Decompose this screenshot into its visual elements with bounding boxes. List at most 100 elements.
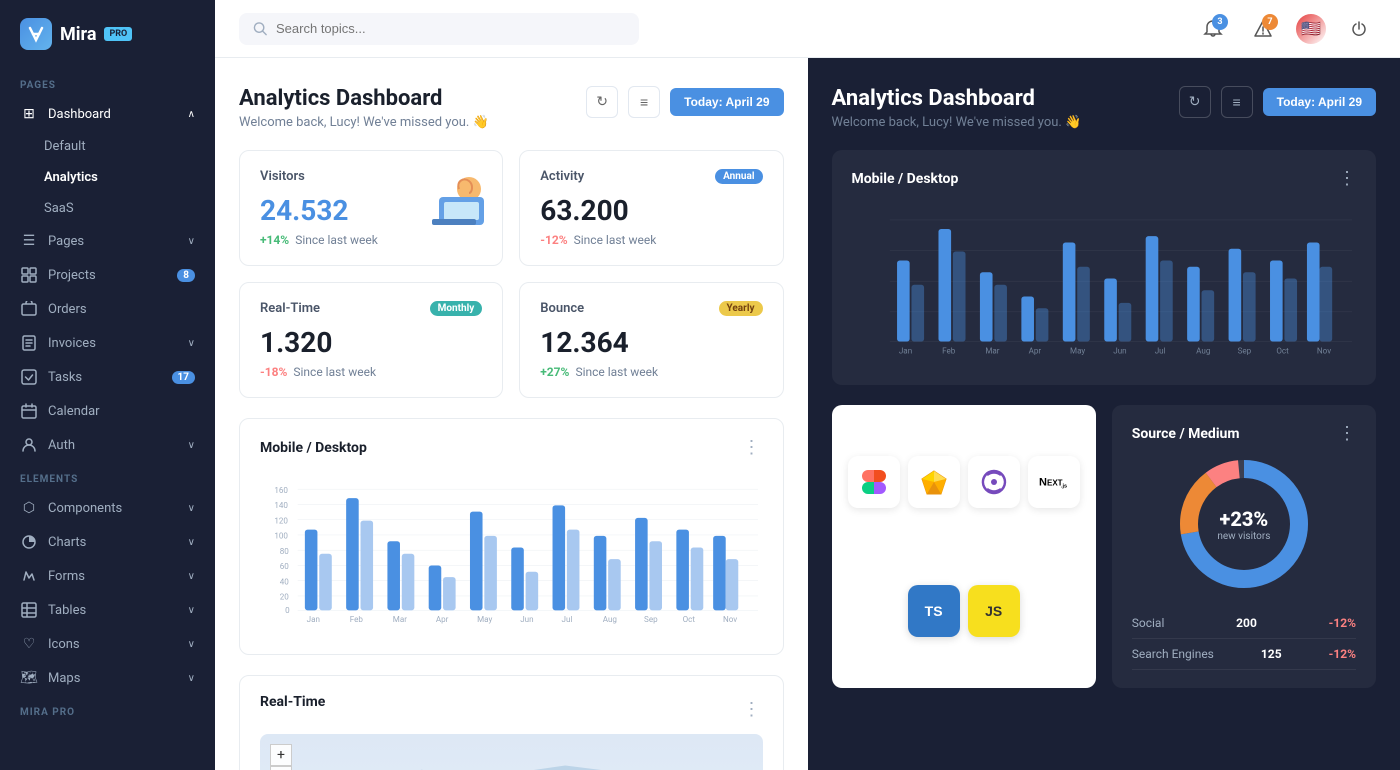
right-page-header: Analytics Dashboard Welcome back, Lucy! … bbox=[832, 86, 1377, 130]
bar-chart-section: Mobile / Desktop ⋮ 160 140 120 100 80 60… bbox=[239, 418, 784, 655]
sidebar-item-charts[interactable]: Charts ∨ bbox=[0, 525, 215, 559]
svg-text:160: 160 bbox=[274, 486, 288, 495]
sidebar-item-tasks[interactable]: Tasks 17 bbox=[0, 360, 215, 394]
bottom-sections: NEXT.js TS JS Source / Medium ⋮ bbox=[832, 405, 1377, 688]
page-header: Analytics Dashboard Welcome back, Lucy! … bbox=[239, 86, 784, 130]
bar-chart-menu[interactable]: ⋮ bbox=[743, 437, 763, 458]
svg-text:20: 20 bbox=[280, 593, 290, 602]
sidebar-pages-label: Pages bbox=[48, 234, 84, 249]
sidebar-saas-label: SaaS bbox=[44, 201, 74, 216]
sidebar-item-icons[interactable]: ♡ Icons ∨ bbox=[0, 627, 215, 661]
power-button[interactable] bbox=[1342, 12, 1376, 46]
alerts-button[interactable]: 7 bbox=[1246, 12, 1280, 46]
sidebar-item-auth[interactable]: Auth ∨ bbox=[0, 428, 215, 462]
bar-chart-title: Mobile / Desktop bbox=[260, 440, 367, 456]
sidebar-item-orders[interactable]: Orders bbox=[0, 292, 215, 326]
visitors-change: +14% bbox=[260, 233, 289, 247]
stat-card-realtime: Real-Time Monthly 1.320 -18% Since last … bbox=[239, 282, 503, 398]
svg-text:100: 100 bbox=[274, 532, 288, 541]
sidebar: Mira PRO PAGES ⊞ Dashboard ∧ Default Ana… bbox=[0, 0, 215, 770]
date-button[interactable]: Today: April 29 bbox=[670, 88, 783, 116]
map-section: Real-Time ⋮ bbox=[239, 675, 784, 770]
forms-chevron: ∨ bbox=[188, 571, 195, 582]
invoices-chevron: ∨ bbox=[188, 338, 195, 349]
topbar-actions: 3 7 🇺🇸 bbox=[1196, 12, 1376, 46]
sidebar-invoices-label: Invoices bbox=[48, 336, 96, 351]
source-search-change: -12% bbox=[1329, 647, 1356, 661]
sidebar-item-dashboard-label: Dashboard bbox=[48, 107, 111, 122]
sidebar-item-default[interactable]: Default bbox=[0, 131, 215, 162]
right-header-actions: ↻ ≡ Today: April 29 bbox=[1179, 86, 1376, 118]
sidebar-item-calendar[interactable]: Calendar bbox=[0, 394, 215, 428]
tasks-badge: 17 bbox=[172, 371, 195, 384]
donut-pct: +23% bbox=[1217, 507, 1270, 531]
app-name: Mira bbox=[60, 24, 96, 45]
map-zoom-out[interactable]: − bbox=[270, 766, 292, 770]
sidebar-default-label: Default bbox=[44, 139, 86, 154]
bounce-change: +27% bbox=[540, 365, 569, 379]
sidebar-icons-label: Icons bbox=[48, 637, 80, 652]
user-flag[interactable]: 🇺🇸 bbox=[1296, 14, 1326, 44]
dark-bar-chart-title: Mobile / Desktop bbox=[852, 171, 959, 187]
right-refresh-button[interactable]: ↻ bbox=[1179, 86, 1211, 118]
search-wrap[interactable] bbox=[239, 13, 639, 45]
sidebar-item-dashboard[interactable]: ⊞ Dashboard ∧ bbox=[0, 97, 215, 131]
notifications-button[interactable]: 3 bbox=[1196, 12, 1230, 46]
svg-text:Jul: Jul bbox=[562, 615, 573, 624]
source-medium-section: Source / Medium ⋮ bbox=[1112, 405, 1376, 688]
activity-change: -12% bbox=[540, 233, 567, 247]
sidebar-item-projects[interactable]: Projects 8 bbox=[0, 258, 215, 292]
map-container: + − bbox=[260, 734, 763, 770]
sidebar-tables-label: Tables bbox=[48, 603, 86, 618]
source-social-change: -12% bbox=[1329, 616, 1356, 630]
source-row-search: Search Engines 125 -12% bbox=[1132, 639, 1356, 670]
svg-text:Jan: Jan bbox=[307, 615, 320, 624]
pro-badge: PRO bbox=[104, 27, 132, 41]
stats-grid: Visitors 24.532 +14% Since last week bbox=[239, 150, 784, 398]
search-input[interactable] bbox=[276, 21, 625, 36]
svg-text:Jun: Jun bbox=[1113, 345, 1126, 355]
svg-text:.js: .js bbox=[1061, 483, 1067, 489]
activity-value: 63.200 bbox=[540, 194, 762, 227]
donut-chart: +23% new visitors bbox=[1132, 454, 1356, 594]
realtime-badge: Monthly bbox=[430, 301, 483, 316]
right-panel: Analytics Dashboard Welcome back, Lucy! … bbox=[808, 58, 1400, 770]
nextjs-logo: NEXT.js bbox=[1028, 456, 1080, 508]
section-mirapro-label: MIRA PRO bbox=[0, 695, 215, 724]
svg-text:Apr: Apr bbox=[436, 615, 449, 624]
sidebar-item-components[interactable]: ⬡ Components ∨ bbox=[0, 491, 215, 525]
svg-text:Feb: Feb bbox=[942, 345, 956, 355]
svg-text:120: 120 bbox=[274, 516, 288, 525]
map-zoom-in[interactable]: + bbox=[270, 744, 292, 766]
source-search-name: Search Engines bbox=[1132, 647, 1214, 661]
map-menu[interactable]: ⋮ bbox=[743, 699, 763, 720]
svg-text:May: May bbox=[1070, 345, 1085, 355]
sidebar-item-forms[interactable]: Forms ∨ bbox=[0, 559, 215, 593]
right-date-button[interactable]: Today: April 29 bbox=[1263, 88, 1376, 116]
bar-chart: 160 140 120 100 80 60 40 20 0 bbox=[260, 472, 763, 636]
refresh-button[interactable]: ↻ bbox=[586, 86, 618, 118]
header-actions: ↻ ≡ Today: April 29 bbox=[586, 86, 783, 118]
right-filter-button[interactable]: ≡ bbox=[1221, 86, 1253, 118]
filter-button[interactable]: ≡ bbox=[628, 86, 660, 118]
tables-chevron: ∨ bbox=[188, 605, 195, 616]
sidebar-item-maps[interactable]: 🗺 Maps ∨ bbox=[0, 661, 215, 695]
source-medium-menu[interactable]: ⋮ bbox=[1338, 423, 1356, 444]
svg-text:Jul: Jul bbox=[1154, 345, 1165, 355]
sidebar-orders-label: Orders bbox=[48, 302, 87, 317]
source-table: Social 200 -12% Search Engines 125 -12% bbox=[1132, 608, 1356, 670]
sidebar-item-analytics[interactable]: Analytics bbox=[0, 162, 215, 193]
realtime-value: 1.320 bbox=[260, 326, 482, 359]
realtime-change: -18% bbox=[260, 365, 287, 379]
dark-bar-chart-menu[interactable]: ⋮ bbox=[1338, 168, 1356, 189]
sidebar-item-saas[interactable]: SaaS bbox=[0, 193, 215, 224]
dark-bar-chart: Jan Feb Mar Apr May Jun Jul Aug Sep Oct … bbox=[852, 203, 1357, 367]
sidebar-charts-label: Charts bbox=[48, 535, 86, 550]
sidebar-item-pages[interactable]: ☰ Pages ∨ bbox=[0, 224, 215, 258]
pages-chevron: ∨ bbox=[188, 236, 195, 247]
svg-text:60: 60 bbox=[280, 562, 290, 571]
sidebar-item-tables[interactable]: Tables ∨ bbox=[0, 593, 215, 627]
svg-text:Oct: Oct bbox=[683, 615, 696, 624]
sidebar-item-invoices[interactable]: Invoices ∨ bbox=[0, 326, 215, 360]
source-social-value: 200 bbox=[1236, 616, 1257, 630]
